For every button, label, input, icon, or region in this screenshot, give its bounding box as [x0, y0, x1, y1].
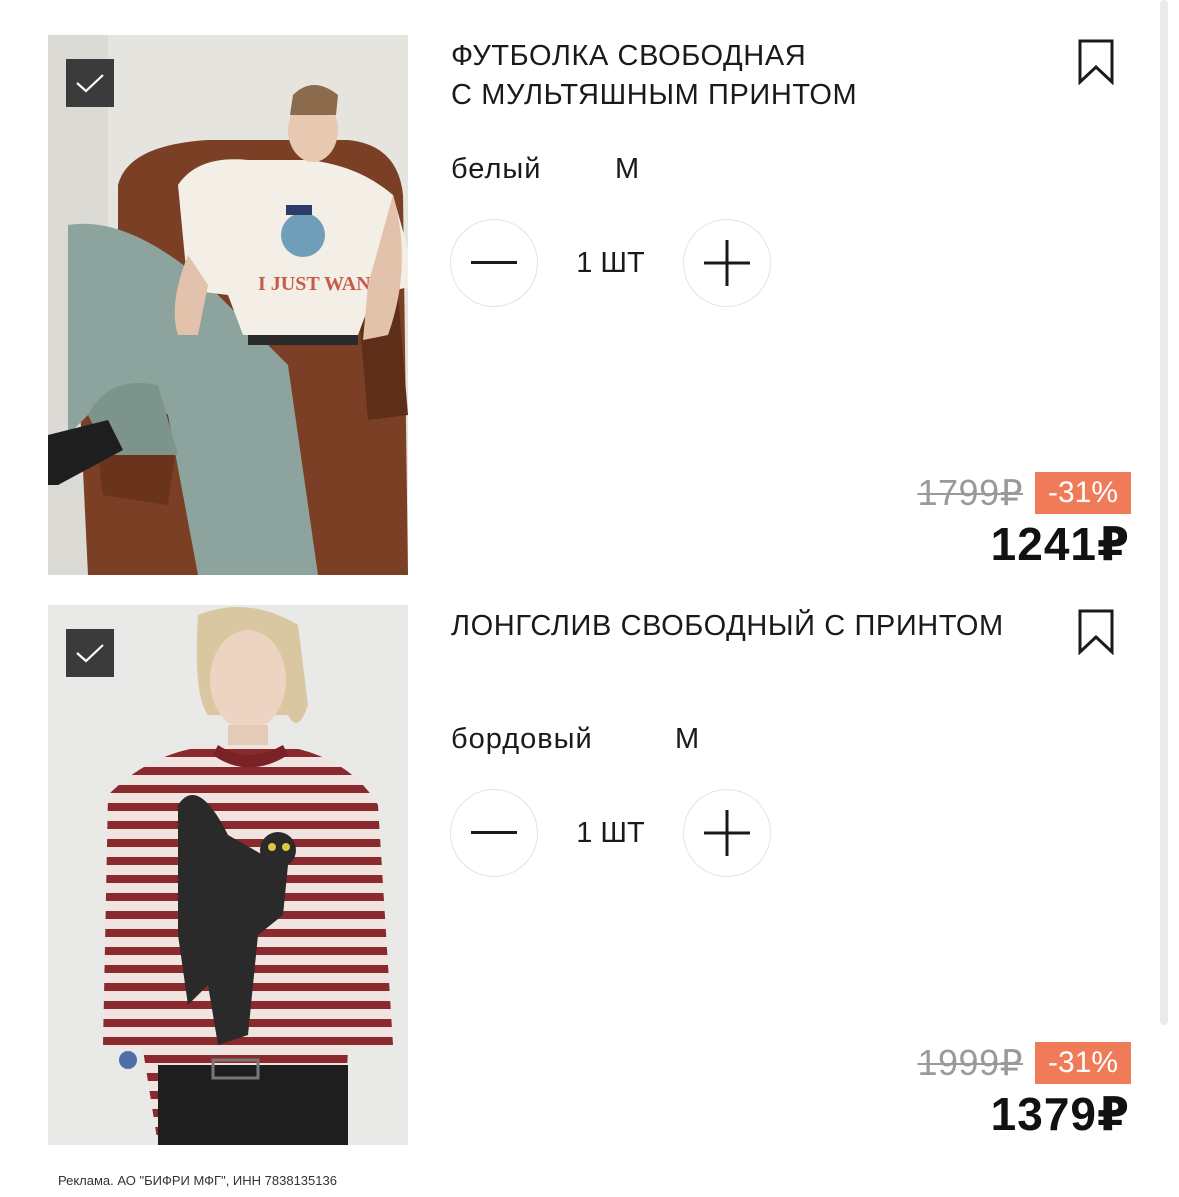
bookmark-icon[interactable]: [1078, 609, 1114, 655]
old-price: 1999₽: [917, 1042, 1023, 1083]
product-variant: бордовый M: [451, 723, 699, 756]
discount-badge: -31%: [1035, 1042, 1131, 1084]
product-size: M: [675, 723, 701, 755]
product-title-line1: ЛОНГСЛИВ СВОБОДНЫЙ С ПРИНТОМ: [451, 610, 1004, 642]
minus-icon: [471, 261, 517, 264]
plus-icon: [704, 810, 750, 856]
quantity-value: 1 ШТ: [576, 817, 645, 849]
quantity-stepper: 1 ШТ: [450, 789, 772, 879]
product-color: белый: [451, 153, 542, 185]
product-title-line1: ФУТБОЛКА СВОБОДНАЯ: [451, 40, 807, 72]
product-title-line2: С МУЛЬТЯШНЫМ ПРИНТОМ: [451, 79, 858, 111]
ad-disclaimer: Реклама. АО "БИФРИ МФГ", ИНН 7838135136: [58, 1173, 337, 1188]
bookmark-icon[interactable]: [1078, 39, 1114, 85]
product-size: M: [615, 153, 641, 185]
cart-page: I JUST WANT ФУТБОЛКА СВОБОДНАЯ С МУЛЬТЯШ…: [0, 0, 1179, 1197]
current-price: 1241₽: [990, 518, 1130, 570]
select-checkbox[interactable]: [66, 629, 114, 677]
old-price: 1799₽: [917, 472, 1023, 513]
select-checkbox[interactable]: [66, 59, 114, 107]
product-title[interactable]: ЛОНГСЛИВ СВОБОДНЫЙ С ПРИНТОМ: [451, 607, 1051, 646]
current-price: 1379₽: [990, 1088, 1130, 1140]
increase-quantity-button[interactable]: [683, 219, 771, 307]
checkmark-icon: [76, 644, 104, 663]
cart-item: ЛОНГСЛИВ СВОБОДНЫЙ С ПРИНТОМ бордовый M …: [0, 605, 1179, 1145]
product-title[interactable]: ФУТБОЛКА СВОБОДНАЯ С МУЛЬТЯШНЫМ ПРИНТОМ: [451, 37, 1051, 115]
checkmark-icon: [76, 74, 104, 93]
svg-text:I JUST WANT: I JUST WANT: [258, 273, 385, 295]
increase-quantity-button[interactable]: [683, 789, 771, 877]
minus-icon: [471, 831, 517, 834]
discount-badge: -31%: [1035, 472, 1131, 514]
cart-item: I JUST WANT ФУТБОЛКА СВОБОДНАЯ С МУЛЬТЯШ…: [0, 35, 1179, 575]
decrease-quantity-button[interactable]: [450, 219, 538, 307]
quantity-value: 1 ШТ: [576, 247, 645, 279]
decrease-quantity-button[interactable]: [450, 789, 538, 877]
product-color: бордовый: [451, 723, 593, 755]
product-image[interactable]: [48, 605, 408, 1145]
plus-icon: [704, 240, 750, 286]
quantity-stepper: 1 ШТ: [450, 219, 772, 309]
product-image[interactable]: I JUST WANT: [48, 35, 408, 575]
product-variant: белый M: [451, 153, 639, 186]
